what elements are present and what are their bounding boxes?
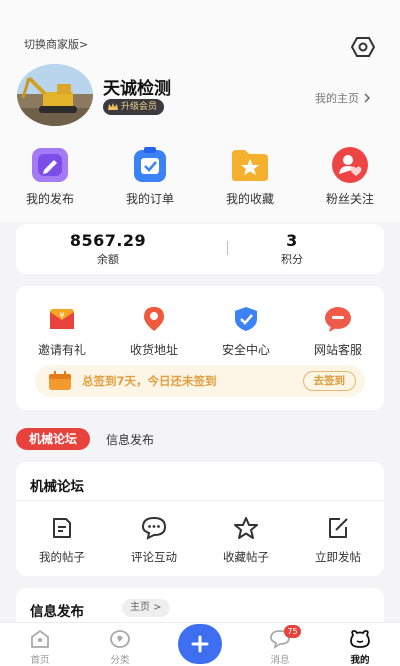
- tab-category[interactable]: 分类: [80, 623, 160, 666]
- avatar[interactable]: [17, 64, 93, 126]
- fans-follow-action[interactable]: 粉丝关注: [300, 146, 400, 208]
- service-label: 安全中心: [221, 343, 270, 357]
- pencil-square-icon: [30, 146, 70, 184]
- star-outline-icon: [233, 516, 259, 540]
- my-orders-action[interactable]: 我的订单: [100, 146, 200, 208]
- services-card: ¥ 邀请有礼 收货地址 安全中心 网站客服 总签到7天，今日还未签到 去签到: [16, 286, 384, 410]
- tab-home[interactable]: 首页: [0, 623, 80, 666]
- member-badge[interactable]: 升级会员: [103, 99, 165, 115]
- signin-bar: 总签到7天，今日还未签到 去签到: [35, 365, 365, 397]
- comment-icon: [141, 516, 167, 540]
- balance-value: 8567.29: [69, 231, 147, 250]
- tab-label: 我的: [350, 655, 370, 666]
- quick-actions: 我的发布 我的订单 我的收藏 粉丝关注: [0, 146, 400, 208]
- balance-label: 余额: [97, 253, 119, 266]
- quick-action-label: 粉丝关注: [325, 192, 374, 206]
- quick-action-label: 我的发布: [25, 192, 74, 206]
- forum-item-label: 立即发帖: [315, 550, 361, 564]
- stats-divider: [227, 241, 228, 255]
- svg-text:¥: ¥: [59, 311, 64, 320]
- publish-plus-button[interactable]: [178, 624, 222, 664]
- info-title: 信息发布: [30, 604, 84, 620]
- tab-label: 首页: [30, 655, 50, 666]
- tab-label: 分类: [110, 655, 130, 666]
- crown-icon: [108, 103, 118, 110]
- location-pin-icon: [138, 305, 170, 333]
- calendar-icon: [49, 371, 71, 390]
- forum-title: 机械论坛: [30, 479, 84, 495]
- points-label: 积分: [281, 253, 303, 266]
- edit-icon: [325, 516, 351, 540]
- plus-icon: [191, 635, 209, 653]
- wallet-stats-card: 8567.29 余额 3 积分: [16, 224, 384, 274]
- tab-messages[interactable]: 75 消息: [240, 623, 320, 666]
- home-icon: [28, 629, 52, 649]
- service-label: 收货地址: [129, 343, 178, 357]
- tab-mine[interactable]: 我的: [320, 623, 400, 666]
- my-posts-action[interactable]: 我的发布: [0, 146, 100, 208]
- signin-status-text: 总签到7天，今日还未签到: [82, 374, 217, 388]
- points-value: 3: [286, 231, 298, 250]
- quick-action-label: 我的订单: [125, 192, 174, 206]
- service-label: 网站客服: [313, 343, 362, 357]
- signin-button[interactable]: 去签到: [302, 371, 356, 391]
- home-link-label: 我的主页: [315, 92, 359, 105]
- profile-icon: [348, 629, 372, 649]
- section-tabs: 机械论坛 信息发布: [16, 428, 154, 450]
- my-threads-item[interactable]: 我的帖子: [16, 516, 108, 565]
- message-count-badge: 75: [284, 625, 301, 638]
- comment-interact-item[interactable]: 评论互动: [108, 516, 200, 565]
- forum-item-label: 收藏帖子: [223, 550, 269, 564]
- switch-merchant-link[interactable]: 切换商家版>: [24, 36, 88, 52]
- user-heart-icon: [330, 146, 370, 184]
- shield-check-icon: [230, 305, 262, 333]
- clipboard-check-icon: [130, 146, 170, 184]
- chat-bubble-icon: [322, 305, 354, 333]
- shipping-address-item[interactable]: 收货地址: [108, 305, 200, 358]
- tab-label: 消息: [270, 655, 290, 666]
- forum-card: 机械论坛 我的帖子 评论互动 收藏帖子 立即发帖: [16, 462, 384, 576]
- divider: [16, 500, 384, 501]
- document-icon: [49, 516, 75, 540]
- settings-icon[interactable]: [350, 36, 376, 58]
- quick-action-label: 我的收藏: [225, 192, 274, 206]
- favorite-threads-item[interactable]: 收藏帖子: [200, 516, 292, 565]
- tab-info-publish[interactable]: 信息发布: [106, 431, 154, 448]
- homepage-pill[interactable]: 主页 >: [122, 599, 170, 617]
- category-icon: [108, 629, 132, 649]
- star-folder-icon: [230, 146, 270, 184]
- new-thread-item[interactable]: 立即发帖: [292, 516, 384, 565]
- shop-name: 天诚检测: [103, 79, 171, 99]
- service-label: 邀请有礼: [37, 343, 86, 357]
- forum-item-label: 我的帖子: [39, 550, 85, 564]
- invite-rewards-item[interactable]: ¥ 邀请有礼: [16, 305, 108, 358]
- customer-service-item[interactable]: 网站客服: [292, 305, 384, 358]
- member-badge-label: 升级会员: [121, 102, 158, 112]
- forum-item-label: 评论互动: [131, 550, 177, 564]
- my-homepage-link[interactable]: 我的主页: [315, 90, 370, 106]
- chevron-right-icon: [364, 93, 370, 103]
- my-favorites-action[interactable]: 我的收藏: [200, 146, 300, 208]
- tab-machinery-forum[interactable]: 机械论坛: [16, 428, 91, 450]
- gift-envelope-icon: ¥: [46, 305, 78, 333]
- balance-stat[interactable]: 8567.29 余额: [16, 224, 200, 274]
- security-center-item[interactable]: 安全中心: [200, 305, 292, 358]
